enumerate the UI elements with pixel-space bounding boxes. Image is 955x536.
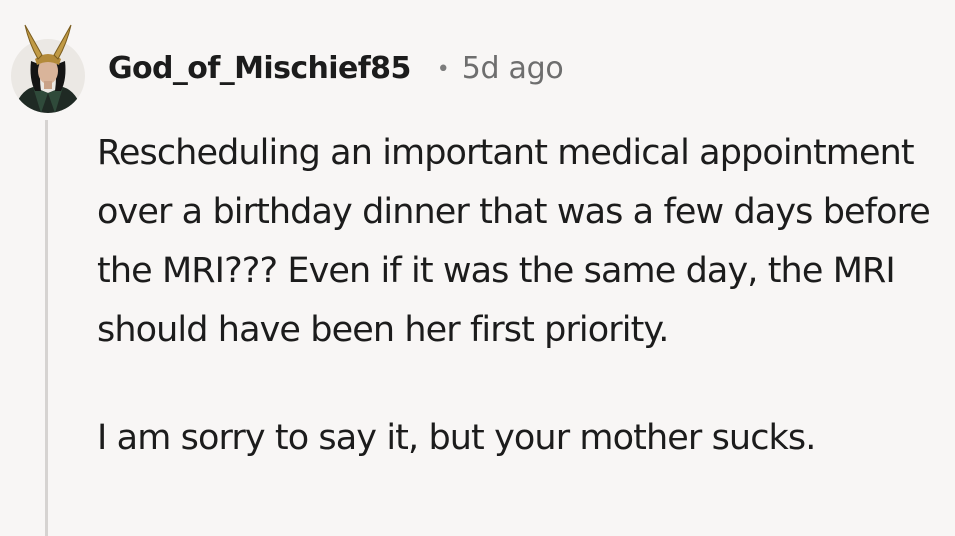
user-avatar-icon[interactable] — [11, 21, 85, 113]
thread-collapse-line[interactable] — [45, 120, 48, 536]
comment-paragraph: I am sorry to say it, but your mother su… — [97, 418, 816, 458]
comment-meta: God_of_Mischief85 • 5d ago — [108, 46, 564, 90]
comment-paragraph: Rescheduling an important medical appoin… — [97, 133, 931, 350]
comment-timestamp[interactable]: 5d ago — [462, 51, 564, 86]
comment-body: Rescheduling an important medical appoin… — [97, 124, 947, 468]
author-username-link[interactable]: God_of_Mischief85 — [108, 51, 411, 86]
comment: God_of_Mischief85 • 5d ago Rescheduling … — [0, 0, 955, 536]
meta-separator-dot: • — [436, 56, 450, 82]
